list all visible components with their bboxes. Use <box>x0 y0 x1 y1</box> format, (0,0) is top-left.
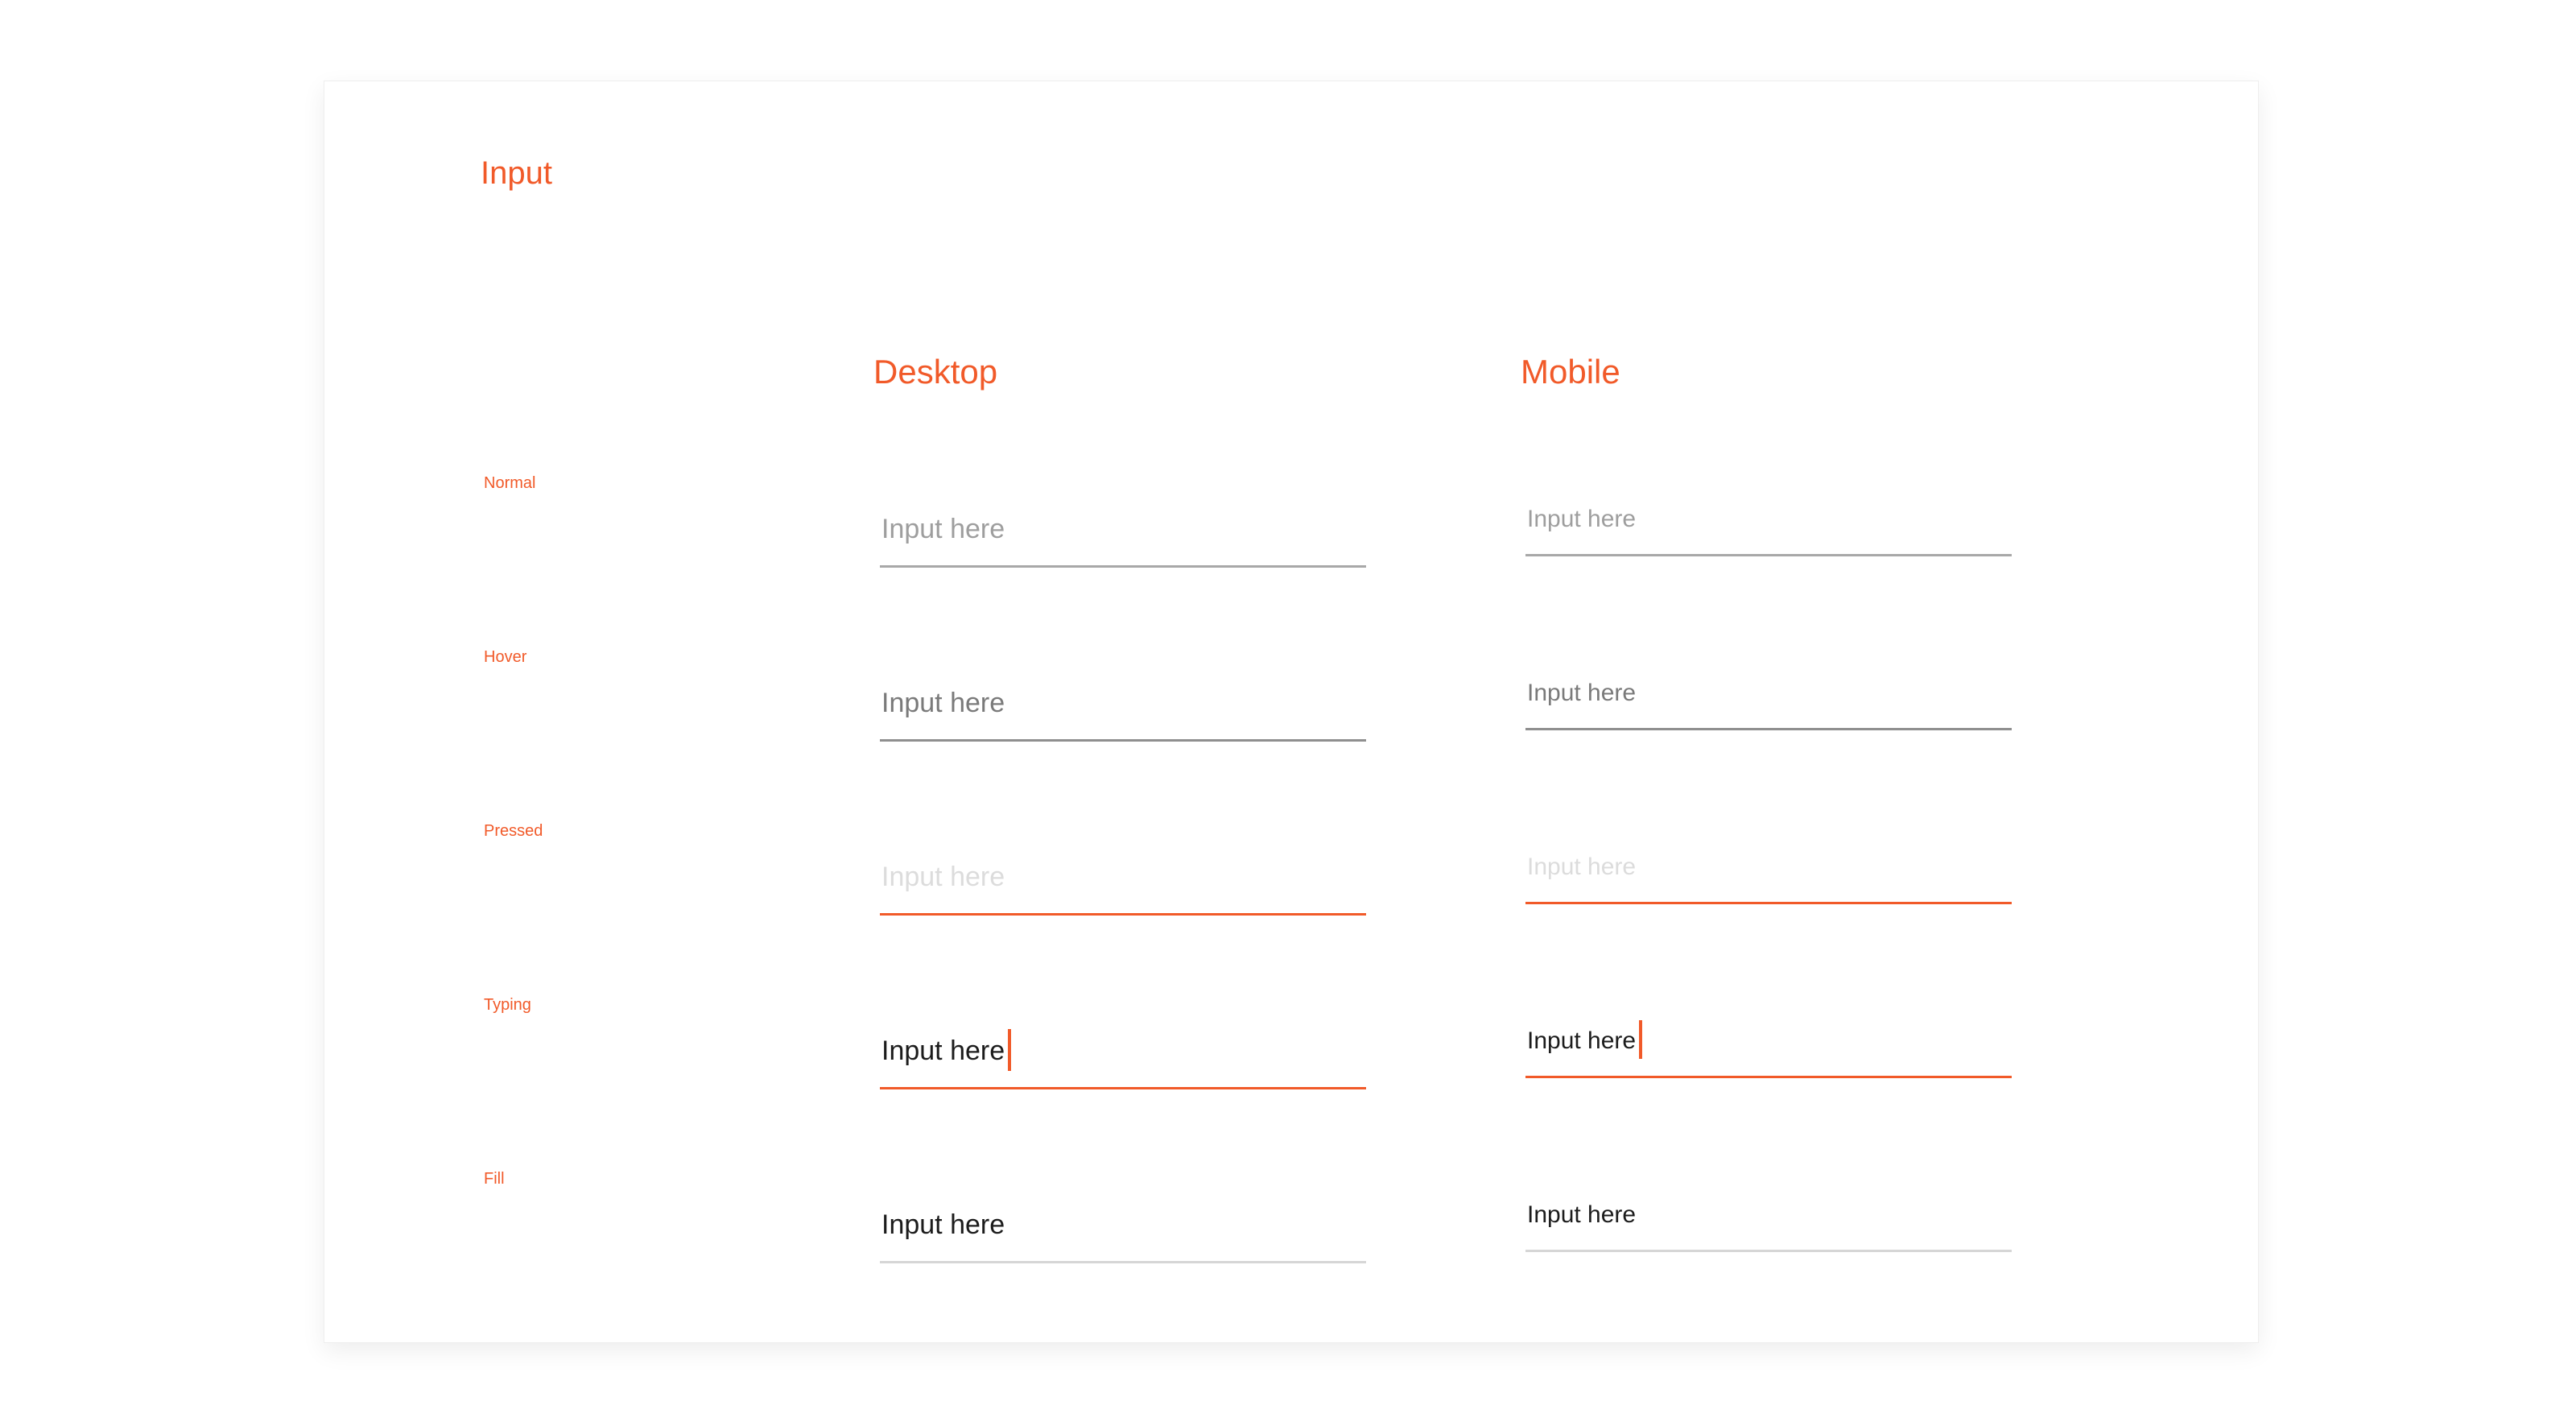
state-label-typing: Typing <box>484 996 531 1014</box>
mobile-input-typing[interactable]: Input here <box>1525 1007 2012 1078</box>
input-placeholder: Input here <box>1527 506 1637 532</box>
input-spec-card: Input Desktop Mobile Normal Input here I… <box>324 81 2259 1343</box>
state-label-normal: Normal <box>484 474 536 492</box>
desktop-input-fill[interactable]: Input here <box>880 1188 1366 1263</box>
desktop-column-heading: Desktop <box>873 353 998 391</box>
state-label-fill: Fill <box>484 1170 505 1188</box>
input-placeholder: Input here <box>1527 680 1637 706</box>
mobile-column-heading: Mobile <box>1521 353 1620 391</box>
mobile-input-fill[interactable]: Input here <box>1525 1181 2012 1252</box>
input-value: Input here <box>881 1209 1005 1240</box>
page-title: Input <box>481 155 552 191</box>
input-placeholder: Input here <box>881 514 1005 544</box>
input-value: Input here <box>881 1035 1005 1066</box>
input-placeholder: Input here <box>881 688 1005 718</box>
input-value: Input here <box>1527 1201 1637 1228</box>
input-placeholder: Input here <box>881 862 1005 892</box>
mobile-input-hover[interactable]: Input here <box>1525 659 2012 730</box>
mobile-input-normal[interactable]: Input here <box>1525 486 2012 556</box>
input-placeholder: Input here <box>1527 854 1637 880</box>
state-label-pressed: Pressed <box>484 822 543 840</box>
desktop-input-normal[interactable]: Input here <box>880 492 1366 568</box>
input-value-with-caret: Input here <box>881 1029 1012 1072</box>
state-label-hover: Hover <box>484 648 527 666</box>
input-value-with-caret: Input here <box>1527 1020 1643 1060</box>
desktop-input-pressed[interactable]: Input here <box>880 840 1366 916</box>
input-value: Input here <box>1527 1027 1637 1054</box>
text-caret <box>1639 1020 1643 1060</box>
desktop-input-typing[interactable]: Input here <box>880 1014 1366 1089</box>
text-caret <box>1008 1029 1012 1072</box>
mobile-input-pressed[interactable]: Input here <box>1525 833 2012 904</box>
desktop-input-hover[interactable]: Input here <box>880 666 1366 742</box>
